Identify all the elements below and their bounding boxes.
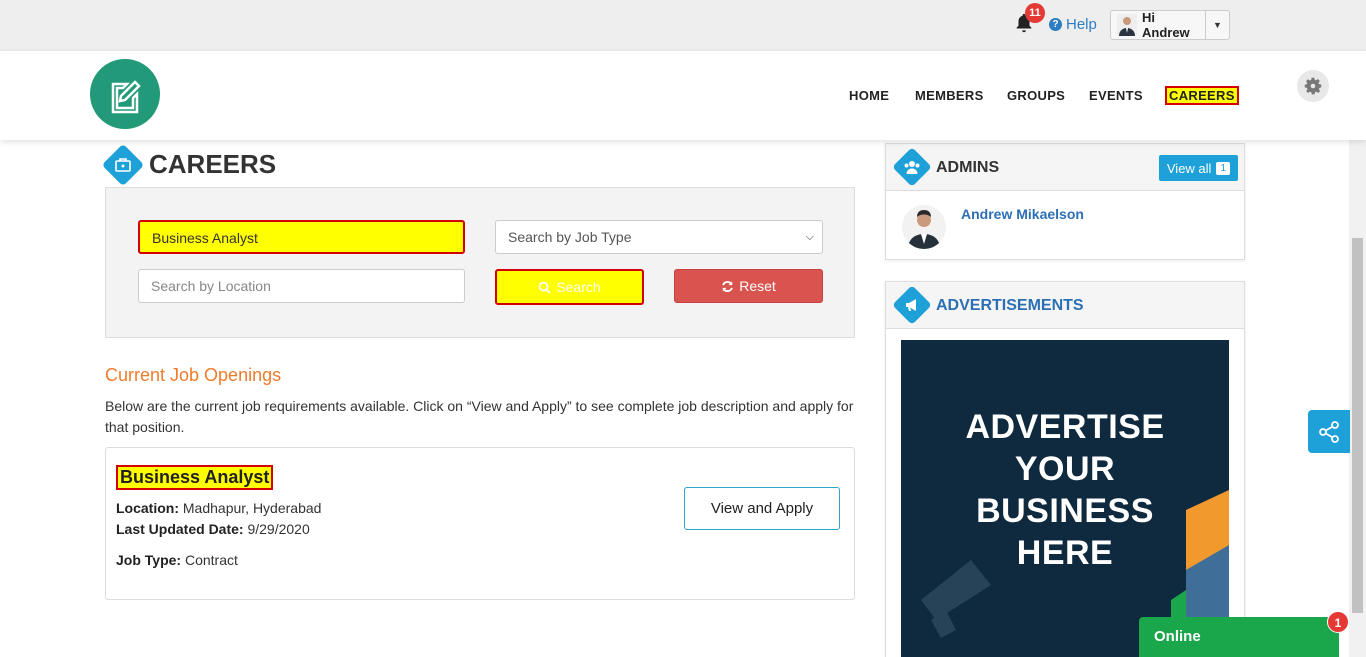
job-type-select-value: Search by Job Type <box>508 229 632 245</box>
job-updated: Last Updated Date: 9/29/2020 <box>116 521 310 537</box>
admins-panel-header: ADMINS View all 1 <box>886 144 1244 191</box>
job-updated-value: 9/29/2020 <box>247 521 310 537</box>
top-bar: 11 ? Help Hi Andrew ▼ <box>0 0 1366 51</box>
users-icon <box>904 161 920 174</box>
chevron-down-icon: ⌵ <box>805 231 814 243</box>
gear-icon <box>1304 77 1322 95</box>
megaphone-icon <box>906 299 916 311</box>
ad-text-line: HERE <box>1016 534 1114 572</box>
caret-down-icon[interactable]: ▼ <box>1205 11 1229 39</box>
job-type-value: Contract <box>184 552 238 568</box>
job-search-panel <box>105 187 855 338</box>
advertisements-title: ADVERTISEMENTS <box>936 297 1084 314</box>
main-header: HOME MEMBERS GROUPS EVENTS CAREERS <box>0 51 1366 140</box>
ad-text: ADVERTISE YOUR BUSINESS HERE <box>901 406 1229 574</box>
job-type: Job Type: Contract <box>116 552 238 568</box>
advertisement-banner[interactable]: ADVERTISE YOUR BUSINESS HERE <box>901 340 1229 657</box>
job-card: Business Analyst Location: Madhapur, Hyd… <box>105 447 855 600</box>
nav-groups[interactable]: GROUPS <box>1007 88 1065 103</box>
page-title: CAREERS <box>149 149 277 179</box>
view-all-count: 1 <box>1216 161 1230 175</box>
nav-events[interactable]: EVENTS <box>1089 88 1143 103</box>
settings-button[interactable] <box>1297 70 1329 102</box>
briefcase-icon <box>115 158 131 172</box>
site-logo[interactable] <box>90 59 160 129</box>
nav-members[interactable]: MEMBERS <box>915 88 984 103</box>
job-location-value: Madhapur, Hyderabad <box>182 500 322 516</box>
job-updated-label: Last Updated Date: <box>116 521 244 537</box>
admin-avatar[interactable] <box>902 205 946 249</box>
help-label: Help <box>1066 16 1097 33</box>
admin-name-link[interactable]: Andrew Mikaelson <box>961 206 1084 222</box>
user-menu-button[interactable]: Hi Andrew ▼ <box>1110 10 1230 40</box>
advertisements-panel-header: ADVERTISEMENTS <box>886 282 1244 329</box>
user-greeting: Hi Andrew <box>1142 10 1190 40</box>
ad-text-line: YOUR <box>1014 450 1116 488</box>
keyword-search-input[interactable]: Business Analyst <box>138 220 465 254</box>
scrollbar-thumb[interactable] <box>1352 238 1363 613</box>
job-type-label: Job Type: <box>116 552 182 568</box>
chat-badge: 1 <box>1327 611 1349 633</box>
job-type-select[interactable]: Search by Job Type ⌵ <box>495 220 823 254</box>
search-icon <box>538 281 552 294</box>
view-all-admins-button[interactable]: View all 1 <box>1158 155 1238 181</box>
job-location: Location: Madhapur, Hyderabad <box>116 500 321 516</box>
nav-home[interactable]: HOME <box>849 88 889 103</box>
page-scrollbar[interactable] <box>1349 51 1366 657</box>
openings-description: Below are the current job requirements a… <box>105 398 854 435</box>
openings-heading: Current Job Openings <box>105 365 282 385</box>
ad-text-line: BUSINESS <box>976 492 1154 530</box>
question-circle-icon: ? <box>1049 18 1062 31</box>
job-location-label: Location: <box>116 500 179 516</box>
view-all-label: View all <box>1166 160 1212 176</box>
search-button-label: Search <box>556 279 601 295</box>
location-search-input[interactable]: Search by Location <box>138 269 465 303</box>
nav-careers[interactable]: CAREERS <box>1165 86 1239 105</box>
search-button[interactable]: Search <box>495 269 644 305</box>
online-chat-button[interactable]: Online <box>1139 617 1339 657</box>
job-title[interactable]: Business Analyst <box>116 465 274 490</box>
view-and-apply-button[interactable]: View and Apply <box>684 487 840 530</box>
reset-button[interactable]: Reset <box>674 269 823 303</box>
refresh-icon <box>722 280 734 292</box>
ad-text-line: ADVERTISE <box>965 408 1165 446</box>
reset-button-label: Reset <box>739 278 776 294</box>
edit-document-icon <box>111 80 141 114</box>
admins-panel: ADMINS View all 1 Andrew Mikaelson <box>885 143 1245 260</box>
notification-badge: 11 <box>1025 3 1045 23</box>
share-icon <box>1319 420 1339 443</box>
admins-title: ADMINS <box>936 159 1000 176</box>
share-button[interactable] <box>1308 410 1350 453</box>
help-link[interactable]: ? Help <box>1049 16 1097 33</box>
user-avatar <box>1117 14 1137 36</box>
